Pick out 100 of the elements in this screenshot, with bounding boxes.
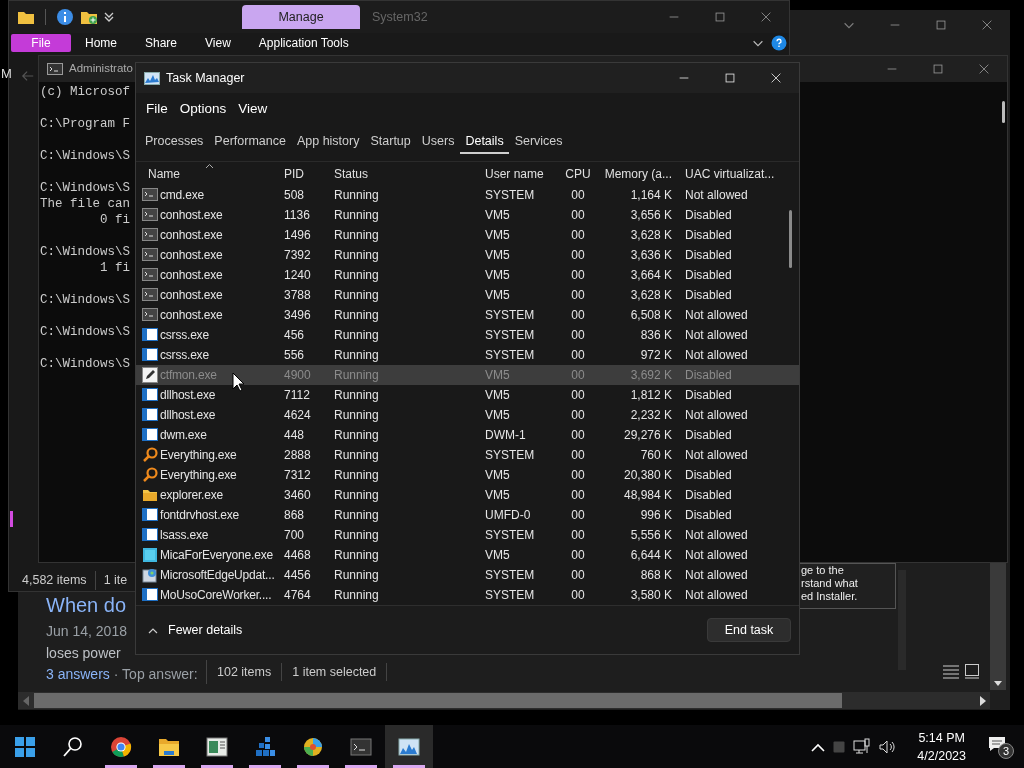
console-icon [142,267,158,283]
table-cell-text: Running [333,467,380,484]
ribbon-tab[interactable]: Home [71,34,131,52]
tiles-view-icon[interactable] [964,663,980,679]
volume-icon[interactable] [879,738,898,755]
table-row[interactable]: cmd.exe 508 Running SYSTEM 00 1,164 K Not allowed [136,185,799,205]
column-header[interactable]: CPU [558,164,598,183]
customize-chevron-icon[interactable] [104,12,114,22]
close-icon[interactable] [977,62,991,76]
table-cell-text: 4764 [283,587,312,604]
close-icon[interactable] [759,10,773,24]
table-row[interactable]: conhost.exe 1136 Running VM5 00 3,656 K Disabled [136,205,799,225]
ribbon-tab[interactable]: File [11,34,71,52]
ribbon-tab[interactable]: Application Tools [244,34,363,52]
tab[interactable]: Details [460,131,509,155]
maximize-icon[interactable] [931,62,945,76]
table-row[interactable]: MicaForEveryone.exe 4468 Running VM5 00 6,644 K Not allowed [136,545,799,565]
network-icon[interactable] [853,737,872,756]
sort-ascending-icon[interactable] [205,163,214,169]
tab[interactable]: Startup [365,131,416,155]
tab[interactable]: App history [291,131,365,155]
table-row[interactable]: dllhost.exe 4624 Running VM5 00 2,232 K Not allowed [136,405,799,425]
table-cell-text: 00 [570,467,586,484]
horizontal-scrollbar[interactable] [18,692,990,709]
table-row[interactable]: MoUsoCoreWorker.... 4764 Running SYSTEM 00 3,580 K Not allowed [136,585,799,605]
table-row[interactable]: csrss.exe 556 Running SYSTEM 00 972 K Not allowed [136,345,799,365]
windows-logo-icon[interactable] [14,735,36,758]
scroll-down-arrow-icon[interactable] [993,680,1003,688]
new-folder-icon[interactable] [80,9,98,25]
table-row[interactable]: conhost.exe 3788 Running VM5 00 3,628 K Disabled [136,285,799,305]
tab[interactable]: Users [416,131,460,155]
tab[interactable]: Processes [140,131,209,155]
tab[interactable]: Performance [209,131,291,155]
column-header[interactable]: Status [328,164,478,183]
scroll-right-arrow-icon[interactable] [979,695,987,706]
table-row[interactable]: Everything.exe 2888 Running SYSTEM 00 760 K Not allowed [136,445,799,465]
scrollbar-thumb[interactable] [789,210,792,268]
table-row[interactable]: conhost.exe 1240 Running VM5 00 3,664 K Disabled [136,265,799,285]
table-row[interactable]: dllhost.exe 7112 Running VM5 00 1,812 K Disabled [136,385,799,405]
table-row[interactable]: MicrosoftEdgeUpdat... 4456 Running SYSTEM 00 868 K Not allowed [136,565,799,585]
table-row[interactable]: Everything.exe 7312 Running VM5 00 20,380 K Disabled [136,465,799,485]
scrollbar-thumb[interactable] [1002,101,1005,123]
table-cell-text: 760 K [639,447,673,464]
document-icon[interactable] [206,735,228,758]
column-header[interactable]: Memory (a... [598,164,678,183]
window-icon [142,327,158,343]
vertical-scrollbar[interactable] [990,562,1006,690]
table-row[interactable]: conhost.exe 7392 Running VM5 00 3,636 K Disabled [136,245,799,265]
taskbar-button[interactable] [385,725,433,768]
column-header[interactable]: User name [478,164,558,183]
maximize-icon[interactable] [723,71,737,85]
orb-icon[interactable] [302,735,324,758]
clock-time[interactable]: 5:14 PM [918,728,965,747]
status-text: 102 items [207,662,283,682]
table-cell-text: conhost.exe [160,207,223,224]
search-icon[interactable] [62,735,84,758]
ribbon-tab[interactable]: View [191,34,245,52]
close-icon[interactable] [769,71,783,85]
table-row[interactable]: lsass.exe 700 Running SYSTEM 00 5,556 K Not allowed [136,525,799,545]
result-title[interactable]: When do [46,590,127,620]
table-cell-text: 00 [570,307,586,324]
folder-icon[interactable] [17,9,35,25]
menu-item[interactable]: File [140,98,174,120]
details-view-icon[interactable] [942,663,960,679]
table-row[interactable]: dwm.exe 448 Running DWM-1 00 29,276 K Disabled [136,425,799,445]
info-icon[interactable] [56,8,74,26]
ribbon-tab[interactable]: Share [131,34,192,52]
chrome-icon[interactable] [110,735,132,758]
maximize-icon[interactable] [934,18,948,32]
table-row[interactable]: fontdrvhost.exe 868 Running UMFD-0 00 996 K Disabled [136,505,799,525]
console-line: C:\Windows\S [40,148,130,164]
table-row[interactable]: conhost.exe 3496 Running SYSTEM 00 6,508 K Not allowed [136,305,799,325]
fewer-details-button[interactable]: Fewer details [148,620,243,640]
end-task-button[interactable]: End task [707,618,791,642]
chart-window-icon[interactable] [144,71,160,85]
console-icon[interactable] [47,63,63,75]
close-icon[interactable] [980,18,994,32]
help-icon[interactable] [771,35,787,51]
table-row[interactable]: explorer.exe 3460 Running VM5 00 48,984 K Disabled [136,485,799,505]
tab[interactable]: Services [509,131,568,155]
scroll-left-arrow-icon[interactable] [22,695,30,706]
column-header[interactable]: Name [136,164,278,183]
chevron-up-icon[interactable] [811,741,826,752]
table-row[interactable]: conhost.exe 1496 Running VM5 00 3,628 K Disabled [136,225,799,245]
maximize-icon[interactable] [713,10,727,24]
table-cell-text: Disabled [684,227,733,244]
console-icon[interactable] [350,735,372,758]
menu-item[interactable]: View [232,98,274,120]
clock-date[interactable]: 4/2/2023 [917,746,966,765]
manage-tab[interactable]: Manage [242,5,360,29]
table-cell-text: 868 [283,507,306,524]
menu-item[interactable]: Options [173,98,233,120]
table-cell-text: 508 [283,187,306,204]
blocks-icon[interactable] [254,735,276,758]
column-header[interactable]: UAC virtualizat... [678,164,786,183]
answers-link[interactable]: 3 answers [46,664,110,685]
chart-window-icon[interactable] [398,735,420,758]
scrollbar-thumb[interactable] [34,693,842,708]
table-row[interactable]: csrss.exe 456 Running SYSTEM 00 836 K Not allowed [136,325,799,345]
column-header[interactable]: PID [278,164,328,183]
